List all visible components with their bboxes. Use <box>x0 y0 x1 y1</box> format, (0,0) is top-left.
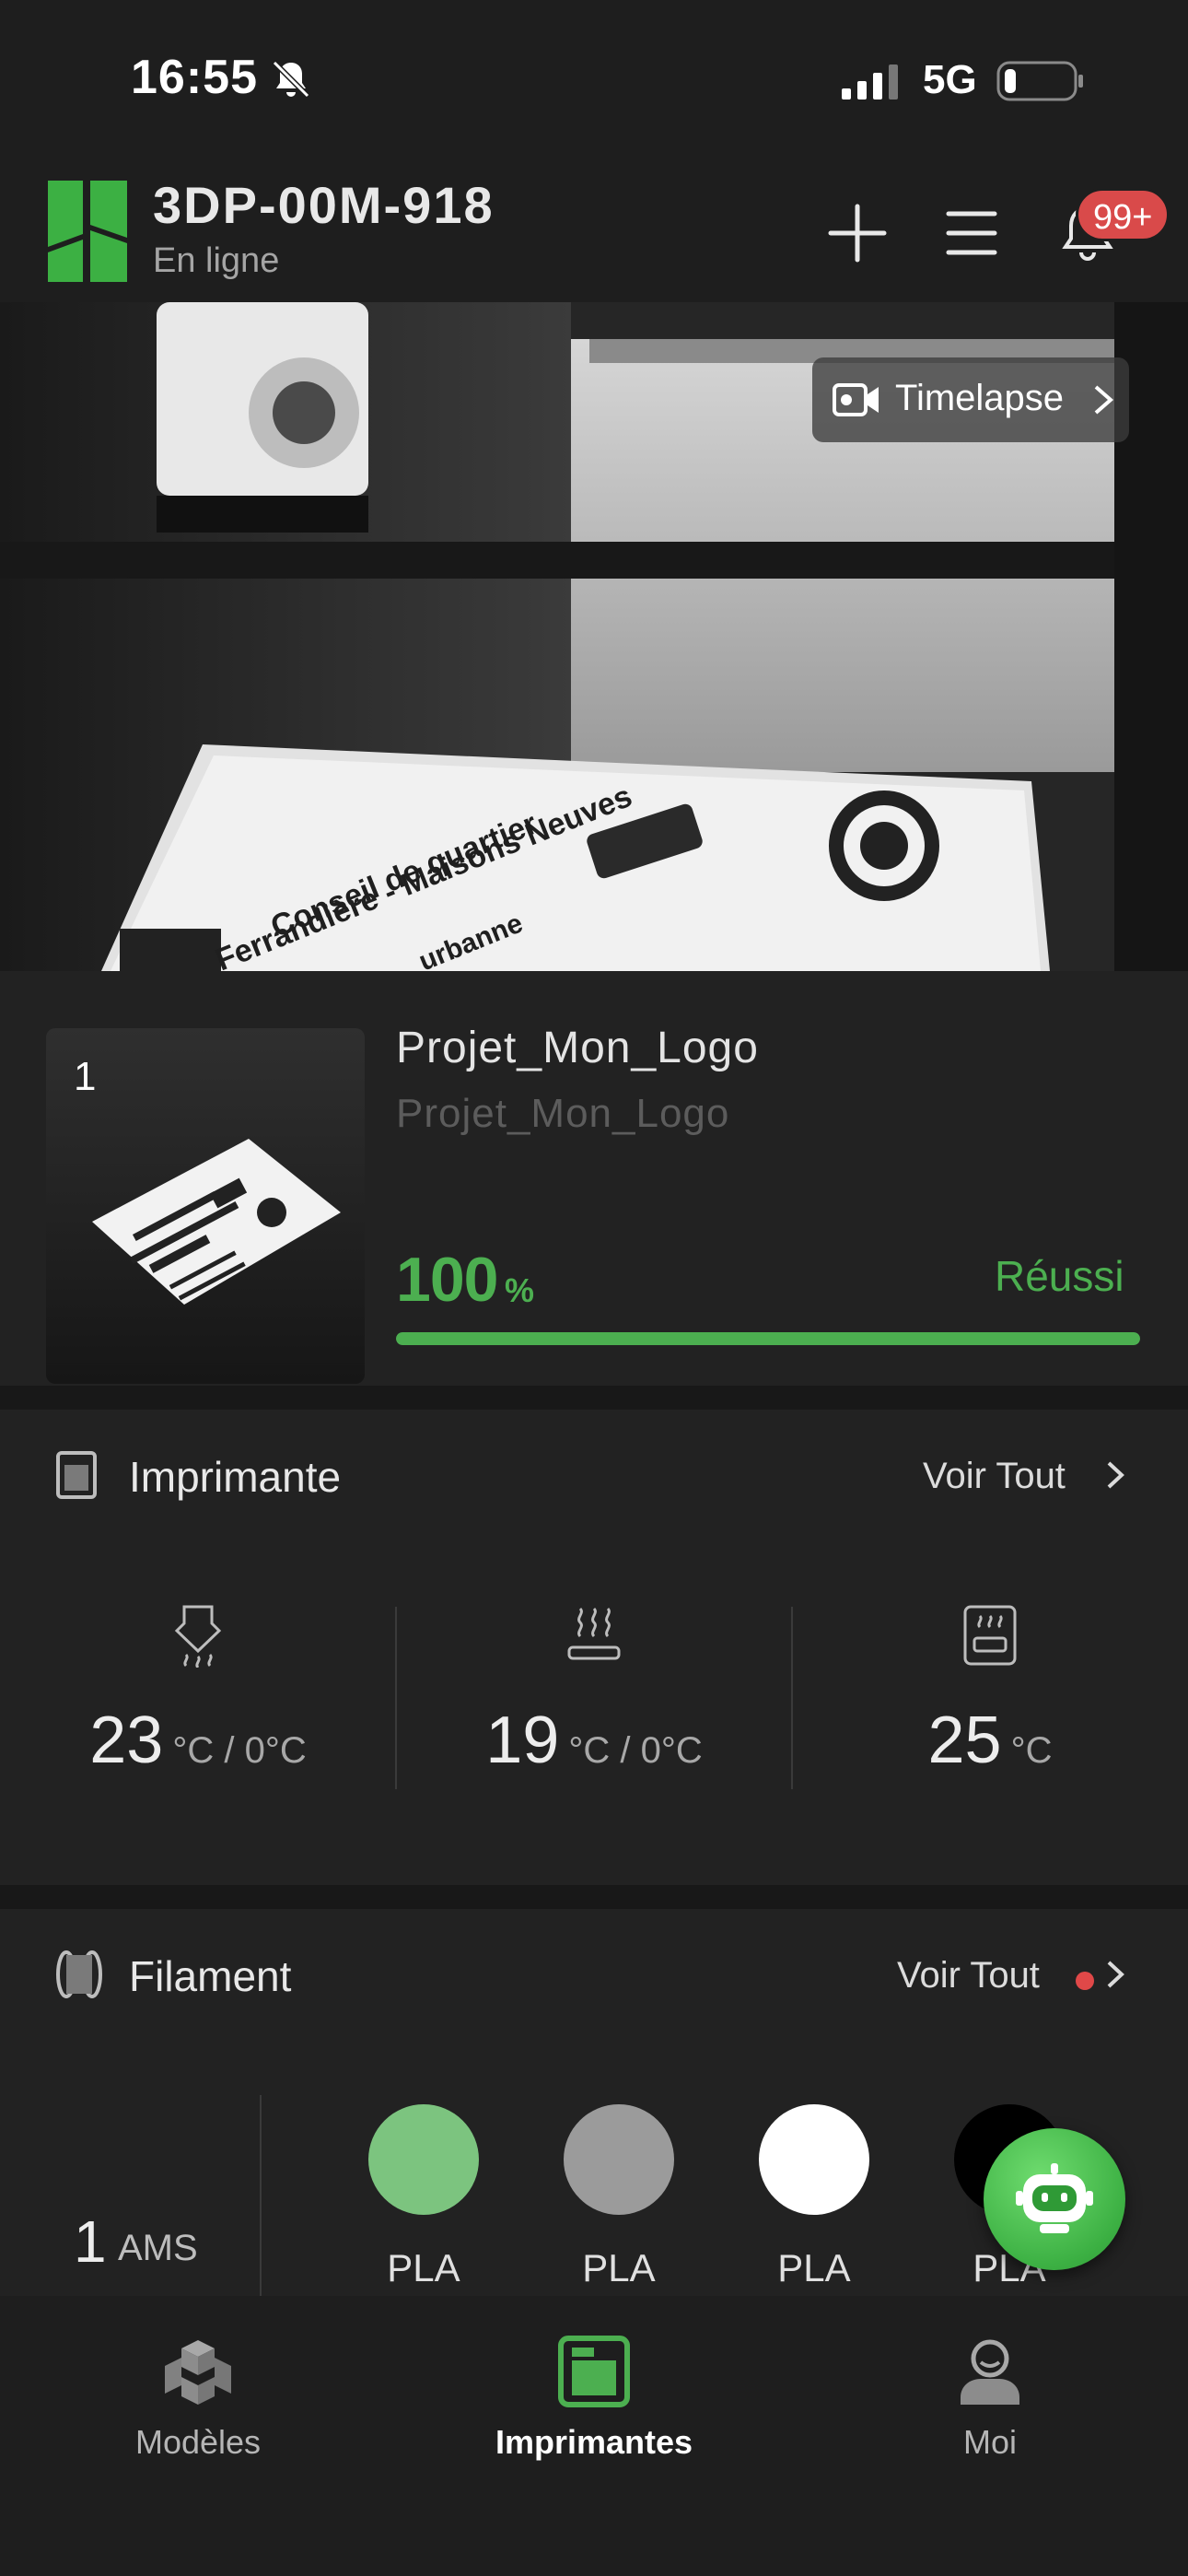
menu-icon[interactable] <box>939 201 1004 265</box>
nav-me-label: Moi <box>962 2423 1017 2461</box>
plate-preview-image <box>92 1139 341 1305</box>
ams-label: AMS <box>118 2228 198 2268</box>
silent-mode-icon <box>272 60 310 99</box>
heatbed-icon <box>567 1607 621 1660</box>
printer-nav-icon <box>558 2336 630 2407</box>
chamber-temp-unit: °C <box>1010 1730 1053 1771</box>
filament-slot-2-label: PLA <box>582 2246 656 2289</box>
filament-section: Filament Voir Tout 1 AMS PLA PLA PLA PLA <box>0 1909 1188 2351</box>
job-subtitle: Projet_Mon_Logo <box>396 1091 730 1136</box>
assistant-button[interactable] <box>984 2128 1125 2270</box>
add-icon[interactable] <box>825 201 890 265</box>
bed-temp-value: 19 <box>485 1704 560 1777</box>
filament-section-title: Filament <box>129 1952 292 2000</box>
progress-unit: % <box>505 1271 535 1309</box>
chamber-temp[interactable]: 25 °C <box>792 1603 1188 1797</box>
nozzle-icon <box>174 1605 222 1668</box>
nav-me[interactable]: Moi <box>792 2296 1188 2480</box>
section-divider <box>0 1885 1188 1911</box>
cellular-signal-icon <box>842 64 898 100</box>
bed-temp[interactable]: 19 °C / 0°C <box>396 1603 792 1797</box>
printer-see-all-link[interactable]: Voir Tout <box>923 1456 1066 1497</box>
progress-bar <box>396 1332 1140 1345</box>
column-divider <box>260 2095 262 2298</box>
camera-feed[interactable]: Conseil de quartier Ferrandière - Maison… <box>0 302 1188 971</box>
device-name[interactable]: 3DP-00M-918 <box>153 175 495 235</box>
chevron-right-icon <box>1094 385 1114 415</box>
filament-slot-3-label: PLA <box>777 2246 851 2289</box>
filament-slot-3[interactable] <box>759 2104 869 2215</box>
models-icon <box>165 2340 231 2405</box>
status-time: 16:55 <box>131 51 258 104</box>
notification-badge: 99+ <box>1076 188 1171 241</box>
chevron-right-icon[interactable] <box>1105 1459 1125 1491</box>
progress-percent: 100 <box>396 1245 498 1315</box>
job-title: Projet_Mon_Logo <box>396 1024 759 1072</box>
device-status: En ligne <box>153 241 280 280</box>
brand-logo-icon <box>48 181 127 282</box>
nozzle-temp-value: 23 <box>89 1704 164 1777</box>
chamber-temp-value: 25 <box>927 1704 1002 1777</box>
bottom-navigation: Modèles Imprimantes Moi <box>0 2296 1188 2576</box>
printer-section: Imprimante Voir Tout 23 °C / 0°C 19 °C / 0… <box>0 1410 1188 1885</box>
nav-models[interactable]: Modèles <box>0 2296 396 2480</box>
section-divider <box>0 1386 1188 1411</box>
status-bar: 16:55 5G <box>0 0 1188 157</box>
ams-count: 1 <box>74 2208 107 2275</box>
filament-slot-1-label: PLA <box>387 2246 460 2289</box>
nav-models-label: Modèles <box>134 2423 262 2461</box>
filament-slot-1[interactable] <box>368 2104 479 2215</box>
printer-section-title: Imprimante <box>129 1453 342 1501</box>
timelapse-label: Timelapse <box>895 378 1065 418</box>
chamber-icon <box>963 1605 1017 1666</box>
bed-temp-unit: °C / 0°C <box>568 1730 703 1771</box>
printer-icon <box>56 1451 97 1499</box>
timelapse-button[interactable]: Timelapse <box>812 357 1129 442</box>
battery-icon <box>996 61 1083 101</box>
filament-see-all-link[interactable]: Voir Tout <box>897 1955 1040 1996</box>
profile-icon <box>961 2339 1019 2405</box>
nozzle-temp[interactable]: 23 °C / 0°C <box>0 1603 396 1797</box>
video-camera-icon <box>833 383 879 416</box>
job-state: Réussi <box>995 1252 1124 1300</box>
filament-slot-2[interactable] <box>564 2104 674 2215</box>
robot-icon <box>1016 2163 1093 2233</box>
chevron-right-icon[interactable] <box>1105 1959 1125 1990</box>
app-screen: 16:55 5G 3DP-00M-918 En ligne 99+ Consei… <box>0 0 1188 2576</box>
unread-dot <box>1076 1972 1094 1990</box>
nozzle-temp-unit: °C / 0°C <box>172 1730 307 1771</box>
print-job-card[interactable]: 1 Projet_Mon_Logo Projet_Mon_Logo 100 % … <box>0 971 1188 1386</box>
job-thumbnail: 1 <box>46 1028 365 1384</box>
network-type: 5G <box>923 57 977 102</box>
progress-bar-fill <box>396 1332 1140 1345</box>
app-header: 3DP-00M-918 En ligne 99+ <box>0 157 1188 302</box>
spool-icon <box>56 1950 102 1998</box>
nav-printers[interactable]: Imprimantes <box>396 2296 792 2480</box>
nav-printers-label: Imprimantes <box>495 2423 693 2461</box>
